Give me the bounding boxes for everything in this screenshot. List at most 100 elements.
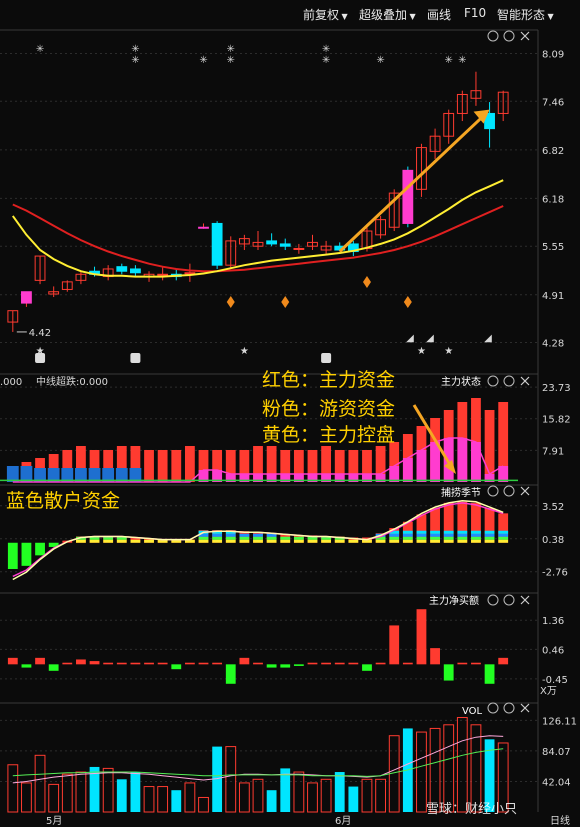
price-tick-label: 5.55	[542, 242, 564, 253]
price-tick-label: 7.46	[542, 97, 564, 108]
net-sell-bar	[225, 664, 236, 684]
season-band	[389, 533, 400, 537]
help-icon[interactable]	[503, 485, 515, 497]
season-band	[457, 536, 468, 540]
close-icon[interactable]	[520, 486, 530, 496]
season-band	[402, 533, 413, 537]
net-buy-bar	[389, 625, 400, 665]
season-band	[116, 539, 127, 543]
net-buy-bar	[321, 662, 332, 665]
readout-mid-oversold: 中线超跌:0.000	[36, 375, 108, 388]
volume-bar-up	[416, 731, 427, 813]
readout-value: .000	[0, 377, 22, 388]
season-band	[457, 533, 468, 537]
gear-icon[interactable]	[487, 375, 499, 387]
help-icon[interactable]	[503, 594, 515, 606]
season-band	[443, 530, 454, 534]
hot-money-bar	[471, 442, 481, 482]
price-panel[interactable]: 4.42✳ ✳ ✳ ✳✳ ✳ ✳ ✳ ✳ ✳ ✳★ ★ ★ ★◢ ◢ ◢	[7, 30, 530, 363]
season-band	[443, 533, 454, 537]
net-buy-bar	[35, 657, 45, 665]
gear-icon[interactable]	[487, 702, 499, 714]
main-force-panel[interactable]: .000 中线超跌:0.000 主力状态	[0, 375, 518, 483]
volume-bar-up	[184, 782, 196, 813]
season-band	[471, 530, 481, 534]
season-bar-negative	[21, 542, 32, 566]
season-band	[389, 536, 400, 540]
net-sell-bar	[443, 664, 454, 681]
net-buy-bar	[348, 662, 359, 665]
net-sell-bar	[21, 664, 32, 668]
retail-bar	[6, 466, 19, 482]
close-icon[interactable]	[520, 703, 530, 713]
season-band	[198, 536, 209, 540]
volume-ma2-line	[12, 748, 504, 777]
volume-bar-up	[198, 796, 209, 813]
net-buy-bar	[334, 662, 345, 665]
price-tick-label: 8.09	[542, 50, 564, 61]
volume-bar-up	[320, 778, 332, 813]
season-band	[402, 530, 413, 534]
season-band	[198, 539, 209, 543]
price-tick-label: 4.91	[542, 291, 564, 302]
season-bar-negative	[7, 542, 18, 569]
volume-ma1-line	[12, 735, 504, 784]
season-band	[253, 536, 263, 540]
close-icon[interactable]	[520, 376, 530, 386]
help-icon[interactable]	[503, 375, 515, 387]
panel-title-volume: VOL	[462, 706, 483, 717]
season-band	[457, 530, 468, 534]
period-label: 日线	[550, 816, 570, 827]
net-buy-bar	[212, 662, 223, 665]
season-band	[498, 533, 509, 537]
gear-icon[interactable]	[487, 594, 499, 606]
annotation-blue: 蓝色散户资金	[6, 490, 121, 512]
volume-bar-up	[7, 764, 19, 813]
diamond-icon	[226, 296, 235, 308]
candle	[402, 169, 414, 224]
volume-bar-up	[61, 773, 73, 813]
season-band	[225, 533, 236, 537]
net-buy-bar	[498, 657, 509, 665]
help-icon[interactable]	[503, 30, 515, 42]
season-band	[484, 536, 495, 540]
volume-bar-down	[171, 790, 182, 812]
season-band	[484, 533, 495, 537]
season-band	[457, 539, 468, 543]
volume-panel[interactable]: VOL	[7, 706, 509, 813]
net-buy-panel[interactable]: 主力净买额	[7, 594, 509, 684]
gear-icon[interactable]	[487, 485, 499, 497]
gear-icon[interactable]	[487, 30, 499, 42]
net-sell-bar	[171, 664, 182, 670]
diamond-icon	[281, 296, 290, 308]
candle	[266, 240, 278, 245]
volume-bar-up	[75, 771, 87, 813]
candle	[130, 268, 141, 274]
main-tick-label: 7.91	[542, 446, 564, 457]
net-buy-bar	[239, 657, 250, 665]
main-force-bar	[157, 450, 168, 482]
close-icon[interactable]	[520, 595, 530, 605]
season-band	[239, 533, 250, 537]
season-bar-negative	[35, 542, 45, 556]
season-band	[266, 539, 277, 543]
pink-star-icon: ✳	[458, 55, 466, 66]
season-band	[212, 539, 223, 543]
season-band	[430, 536, 440, 540]
volume-bar-up	[375, 778, 386, 813]
volume-bar-down	[116, 779, 127, 812]
season-band	[280, 536, 291, 540]
x-tick-label-june: 6月	[335, 815, 351, 827]
net-buy-bar	[198, 662, 209, 665]
white-star-icon: ✳	[131, 44, 139, 55]
season-band	[402, 536, 413, 540]
price-tick-label: 6.82	[542, 146, 564, 157]
season-band	[416, 530, 427, 534]
season-band	[239, 536, 250, 540]
net-buy-bar	[184, 662, 195, 665]
diamond-icon	[362, 276, 371, 288]
close-icon[interactable]	[520, 31, 530, 41]
net-buy-bar	[7, 657, 18, 665]
net-sell-bar	[48, 664, 59, 671]
help-icon[interactable]	[503, 702, 515, 714]
